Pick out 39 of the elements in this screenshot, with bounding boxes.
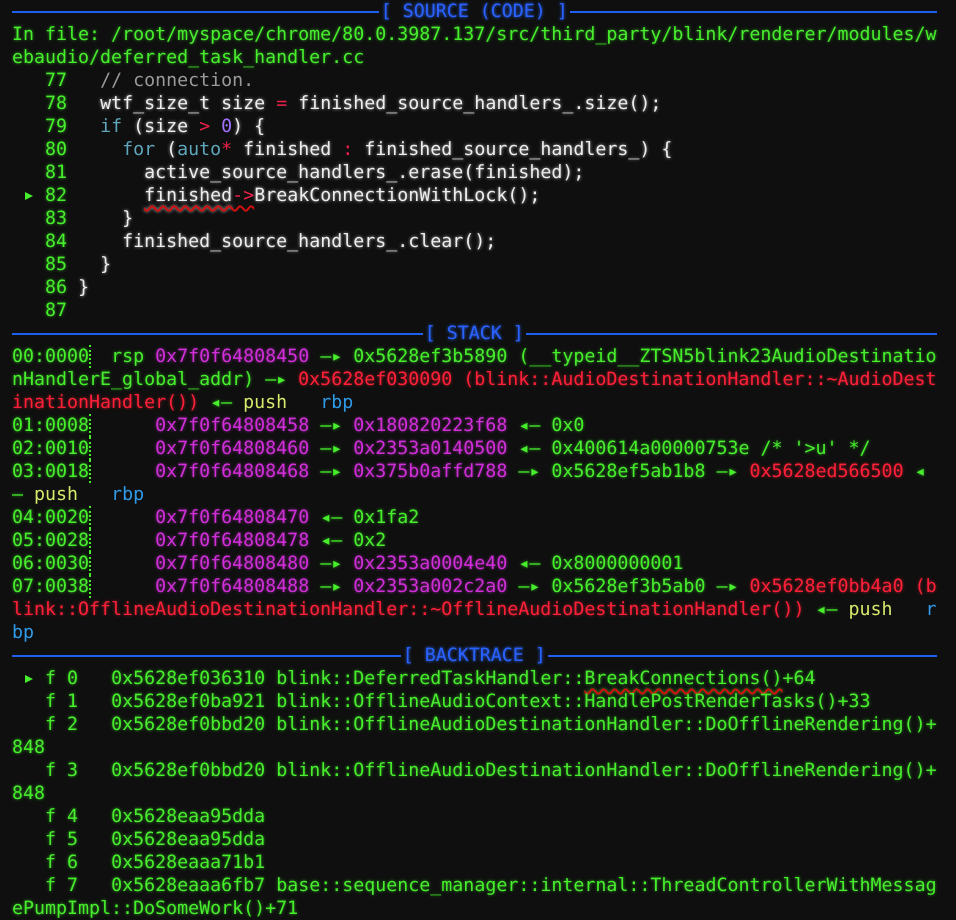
code-line: } [99,254,112,275]
line-number: 78 [45,93,68,114]
backtrace-frame: f 4 0x5628eaa95dda [45,806,266,827]
file-path: In file: /root/myspace/chrome/80.0.3987.137/src/third_party/blink/renderer/modules/webaudio/deferred_task_handler.cc [12,23,938,69]
section-title: [ STACK ] [424,322,525,345]
section-title: [ BACKTRACE ] [402,644,547,667]
code-line: if (size > 0) { [99,116,266,137]
code-line: } [121,208,134,229]
code-line: active_source_handlers_.erase(finished); [143,162,584,183]
line-number: 81 [45,162,68,183]
line-number: 77 [45,70,68,91]
stack-entry: 02:0010 0x7f0f64808460 —▸ 0x2353a0140500 ◂— 0x400614a00000753e /* '>u' */ [12,437,872,460]
backtrace-frame: f 0 0x5628ef036310 blink::DeferredTaskHandler::BreakConnections()+64 [45,668,816,689]
stack-entry: 01:0008 0x7f0f64808458 —▸ 0x180820223f68 ◂— 0x0 [12,414,586,437]
backtrace-frame: f 7 0x5628eaaa6fb7 base::sequence_manager::internal::ThreadControllerWithMessagePumpImpl::DoSomeWork()+71 [12,875,937,919]
line-number: 82 [45,185,68,206]
line-number: 84 [45,231,68,252]
backtrace-frame: f 6 0x5628eaaa71b1 [45,852,266,873]
line-number: 85 [45,254,68,275]
code-line: finished_source_handlers_.clear(); [121,231,496,252]
section-title: [ SOURCE (CODE) ] [380,0,569,23]
stack-entry: 07:0038 0x7f0f64808488 —▸ 0x2353a002c2a0 —▸ 0x5628ef3b5ab0 —▸ 0x5628ef0bb4a0 (blink::OfflineAudioDestinationHandler::~OfflineAudioDestinationHandler()) ◂— push rbp [12,575,938,644]
code-line: for (auto* finished : finished_source_handlers_) { [121,139,672,160]
backtrace-frame: f 1 0x5628ef0ba921 blink::OfflineAudioContext::HandlePostRenderTasks()+33 [45,691,871,712]
backtrace-frame: f 5 0x5628eaa95dda [45,829,266,850]
stack-entry: 03:0018 0x7f0f64808468 —▸ 0x375b0affd788 —▸ 0x5628ef5ab1b8 —▸ 0x5628ed566500 ◂— push rbp [12,460,927,506]
stack-entry: 05:0028 0x7f0f64808478 ◂— 0x2 [12,529,388,552]
line-number: 80 [45,139,68,160]
stack-entry: 00:0000 rsp 0x7f0f64808450 —▸ 0x5628ef3b5890 (__typeid__ZTSN5blink23AudioDestinationHandlerE_global_addr) —▸ 0x5628ef030090 (blink::AudioDestinationHandler::~AudioDestinationHandler()) ◂— push rbp [12,345,938,414]
stack-entry: 06:0030 0x7f0f64808480 —▸ 0x2353a0004e40 ◂— 0x8000000001 [12,552,684,575]
line-number: 86 [45,277,68,298]
code-line: finished->BreakConnectionWithLock(); [143,185,540,206]
line-number: 79 [45,116,68,137]
code-line: // connection. [99,70,254,91]
line-number: 87 [45,300,68,321]
code-line: wtf_size_t size = finished_source_handlers_.size(); [99,93,662,114]
code-line: } [78,277,90,298]
stack-entry: 04:0020 0x7f0f64808470 ◂— 0x1fa2 [12,506,420,529]
line-number: 83 [45,208,68,229]
